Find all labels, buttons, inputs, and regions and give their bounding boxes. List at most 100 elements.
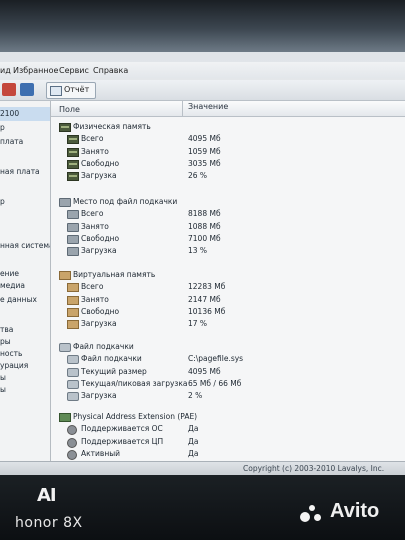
table-row[interactable]: Занято 2147 Мб — [67, 294, 397, 306]
menu-item-favorites[interactable]: Избранное — [13, 66, 58, 75]
pae-icon — [59, 413, 71, 422]
table-row[interactable]: Поддерживается ОС Да — [67, 423, 397, 436]
field-value: Да — [188, 424, 199, 434]
field-value: 2 % — [188, 391, 203, 401]
group-label: Physical Address Extension (PAE) — [73, 412, 198, 421]
menu-item-partial[interactable]: ид — [0, 66, 11, 75]
table-header: Поле Значение — [51, 101, 405, 117]
tools-icon[interactable] — [20, 83, 34, 96]
field-label: Загрузка — [81, 391, 117, 401]
report-button[interactable]: Отчёт — [46, 82, 96, 99]
group-label: Место под файл подкачки — [73, 197, 178, 206]
field-value: Да — [188, 436, 199, 446]
memory-icon — [67, 135, 79, 145]
table-row[interactable]: Поддерживается ЦП Да — [67, 436, 397, 448]
field-value: C:\pagefile.sys — [188, 354, 244, 364]
tree-item[interactable]: ы — [0, 373, 6, 382]
field-value: 4095 Мб — [188, 134, 221, 144]
field-label: Всего — [81, 282, 104, 292]
tree-item[interactable]: р — [0, 123, 5, 132]
table-row[interactable]: Занято 1088 Мб — [67, 221, 397, 233]
table-row[interactable]: Свободно 10136 Мб — [67, 306, 397, 318]
tree-item[interactable]: р — [0, 197, 5, 206]
tree-item[interactable]: ры — [0, 337, 11, 346]
virtual-memory-icon — [67, 283, 79, 293]
pagefile-icon — [67, 234, 79, 244]
table-row[interactable]: Текущий размер 4095 Мб — [67, 366, 397, 378]
tree-item[interactable]: плата — [0, 137, 23, 146]
table-row[interactable]: Всего 12283 Мб — [67, 281, 397, 293]
tree-item[interactable]: медиа — [0, 281, 25, 290]
tree-item[interactable]: ы — [0, 385, 6, 394]
column-separator[interactable] — [182, 101, 183, 116]
field-value: Да — [188, 448, 199, 458]
field-value: 1059 Мб — [188, 146, 221, 156]
tree-item[interactable]: урация — [0, 361, 28, 370]
pagefile-icon — [67, 247, 79, 257]
disk-icon — [67, 379, 79, 389]
report-button-label: Отчёт — [64, 85, 90, 94]
tree-item[interactable]: е данных — [0, 295, 37, 304]
field-label: Занято — [81, 294, 109, 304]
column-header-value[interactable]: Значение — [188, 102, 228, 111]
tree-item[interactable]: тва — [0, 325, 13, 334]
group-header[interactable]: Физическая память — [59, 121, 399, 133]
field-value: 4095 Мб — [188, 366, 221, 376]
tree-item[interactable]: ность — [0, 349, 22, 358]
group-header[interactable]: Файл подкачки — [59, 341, 399, 353]
pagefile-icon — [59, 198, 71, 207]
copyright-text: Copyright (c) 2003-2010 Lavalys, Inc. — [243, 464, 385, 473]
avito-watermark: Avito — [330, 500, 380, 522]
table-row[interactable]: Текущая/пиковая загрузка 65 Мб / 66 Мб — [67, 378, 397, 390]
field-label: Свободно — [81, 158, 120, 168]
tree-item[interactable]: 2100 — [0, 109, 19, 118]
field-label: Всего — [81, 209, 104, 219]
group-header[interactable]: Виртуальная память — [59, 269, 399, 281]
table-row[interactable]: Загрузка 2 % — [67, 390, 397, 402]
field-label: Загрузка — [81, 171, 117, 181]
tree-item[interactable]: ная плата — [0, 167, 40, 176]
group-header[interactable]: Место под файл подкачки — [59, 196, 399, 208]
disk-icon — [67, 367, 79, 377]
table-row[interactable]: Загрузка 17 % — [67, 318, 397, 330]
tree-item[interactable]: ение — [0, 269, 19, 278]
setting-icon — [67, 449, 77, 460]
table-row[interactable]: Занято 1059 Мб — [67, 146, 397, 158]
setting-icon — [67, 425, 77, 436]
table-row[interactable]: Всего 4095 Мб — [67, 133, 397, 145]
ai-camera-badge: AI — [37, 485, 57, 506]
column-header-field[interactable]: Поле — [59, 105, 80, 114]
field-label: Активный — [81, 448, 121, 458]
table-row[interactable]: Свободно 7100 Мб — [67, 233, 397, 245]
menu-bar: ид Избранное Сервис Справка — [0, 62, 405, 78]
field-value: 13 % — [188, 246, 208, 256]
field-value: 1088 Мб — [188, 221, 221, 231]
table-row[interactable]: Свободно 3035 Мб — [67, 158, 397, 170]
disk-icon — [67, 392, 79, 402]
memory-icon — [67, 147, 79, 157]
menu-item-service[interactable]: Сервис — [59, 66, 89, 75]
menu-item-help[interactable]: Справка — [93, 66, 128, 75]
table-row[interactable]: Всего 8188 Мб — [67, 208, 397, 220]
virtual-memory-icon — [67, 295, 79, 305]
window-top-edge — [0, 0, 405, 52]
refresh-icon[interactable] — [2, 83, 16, 96]
table-row[interactable]: Активный Да — [67, 448, 397, 460]
phone-brand-watermark: honor 8X — [15, 515, 83, 531]
field-label: Свободно — [81, 306, 120, 316]
group-header[interactable]: Physical Address Extension (PAE) — [59, 411, 399, 423]
avito-logo-icon — [300, 504, 330, 526]
memory-icon — [59, 123, 71, 132]
tree-item[interactable]: нная система — [0, 241, 50, 250]
navigation-tree: 2100 р плата ная плата р нная система ение меди… — [0, 101, 51, 461]
table-row[interactable]: Файл подкачки C:\pagefile.sys — [67, 353, 397, 365]
field-label: Текущий размер — [81, 366, 147, 376]
field-label: Загрузка — [81, 246, 117, 256]
table-row[interactable]: Загрузка 26 % — [67, 170, 397, 182]
disk-icon — [67, 355, 79, 365]
table-row[interactable]: Загрузка 13 % — [67, 245, 397, 257]
field-value: 17 % — [188, 319, 208, 329]
field-label: Всего — [81, 134, 104, 144]
field-value: 65 Мб / 66 Мб — [188, 378, 242, 388]
status-bar: Copyright (c) 2003-2010 Lavalys, Inc. — [0, 461, 405, 475]
